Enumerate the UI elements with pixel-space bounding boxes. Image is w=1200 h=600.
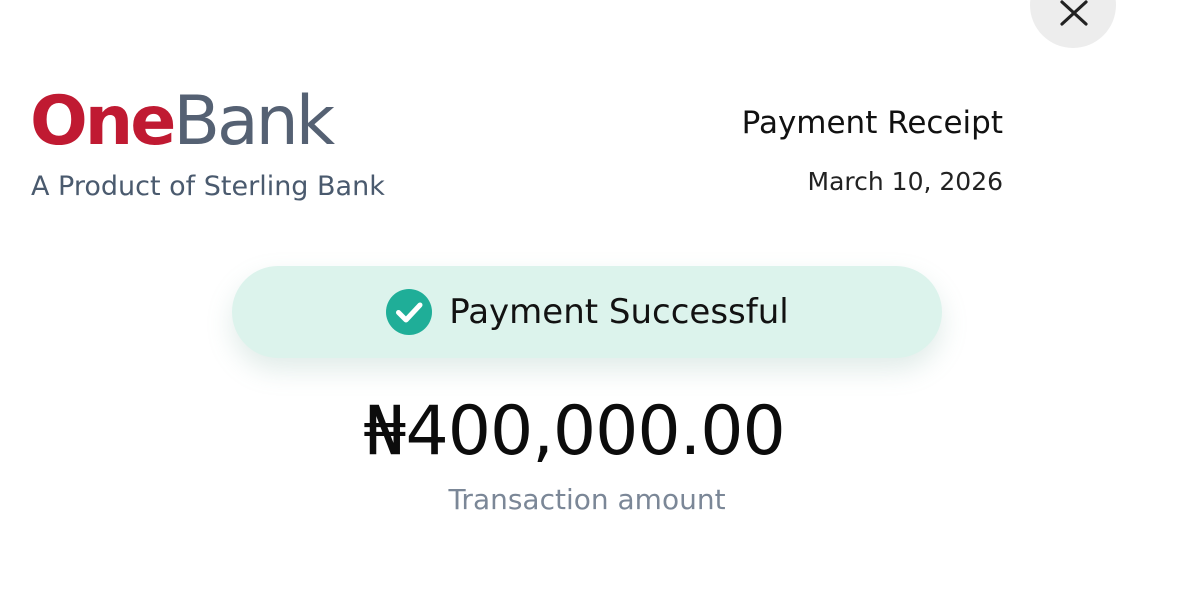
- receipt-title: Payment Receipt: [741, 105, 1003, 141]
- close-icon: [1060, 0, 1088, 26]
- close-button[interactable]: [1030, 0, 1116, 48]
- payment-status-badge: Payment Successful: [232, 266, 942, 358]
- logo-part-bank: Bank: [173, 82, 335, 161]
- payment-status-text: Payment Successful: [449, 292, 789, 332]
- transaction-amount-label: Transaction amount: [448, 483, 726, 516]
- transaction-amount: ₦400,000.00: [363, 392, 786, 471]
- onebank-logo: OneBank: [30, 82, 335, 162]
- brand-tagline: A Product of Sterling Bank: [31, 171, 385, 202]
- receipt-date: March 10, 2026: [807, 167, 1003, 196]
- logo-part-one: One: [30, 82, 176, 161]
- check-circle-icon: [386, 289, 433, 335]
